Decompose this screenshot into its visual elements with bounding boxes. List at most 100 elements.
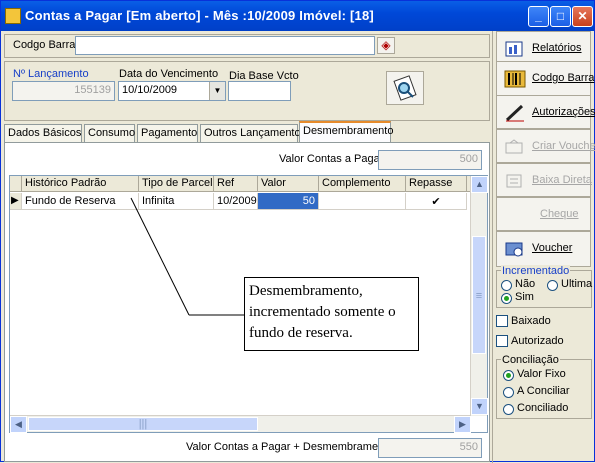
lancamento-label: Nº Lançamento	[13, 68, 89, 80]
barcode-icon	[504, 70, 526, 88]
lancamento-field: 155139	[12, 81, 115, 101]
scroll-left-icon[interactable]: ◀	[10, 416, 27, 433]
col-ref[interactable]: Ref	[214, 176, 258, 192]
scroll-down-icon[interactable]: ▼	[471, 398, 488, 415]
col-tipo-parcela[interactable]: Tipo de Parcela	[139, 176, 214, 192]
baixado-label: Baixado	[511, 315, 551, 327]
baixa-direta-button[interactable]: Baixa Direta	[496, 163, 592, 197]
radio-ultima[interactable]	[547, 280, 558, 291]
tab-dados-basicos[interactable]: Dados Básicos	[4, 124, 82, 142]
autorizacoes-label: Autorizações	[532, 106, 595, 118]
radio-nao-label: Não	[515, 278, 536, 290]
codigo-barra-button[interactable]: Codgo Barra	[496, 61, 595, 99]
lancamento-group: Nº Lançamento 155139 Data do Vencimento …	[4, 61, 490, 121]
row-indicator-header	[10, 176, 22, 192]
incrementado-group: Incrementado Não Ultima Sim	[496, 265, 593, 308]
baixado-checkbox[interactable]	[496, 315, 508, 327]
incrementado-label: Incrementado	[501, 265, 571, 277]
radio-conciliado[interactable]	[503, 404, 514, 415]
radio-sim-label: Sim	[515, 291, 534, 303]
valor-contas-label: Valor Contas a Pagar	[279, 153, 384, 165]
window-title: Contas a Pagar [Em aberto] - Mês :10/200…	[25, 8, 374, 23]
search-button[interactable]	[386, 71, 424, 105]
direct-payment-icon	[506, 174, 522, 188]
vertical-scroll-thumb[interactable]: ≡	[472, 236, 486, 354]
voucher-button[interactable]: Voucher	[496, 231, 591, 267]
chevron-down-icon[interactable]: ▼	[209, 82, 225, 100]
codigo-barra-label: Codgo Barra	[13, 39, 76, 51]
vencimento-label: Data do Vencimento	[119, 68, 219, 80]
scroll-up-icon[interactable]: ▲	[471, 176, 488, 193]
app-icon	[5, 8, 21, 24]
dia-base-input[interactable]	[228, 81, 291, 101]
total-label: Valor Contas a Pagar + Desmembramento	[186, 441, 394, 453]
autorizado-label: Autorizado	[511, 335, 564, 347]
pen-sign-icon	[505, 104, 524, 122]
cheque-button[interactable]: Cheque	[496, 197, 591, 231]
annotation-callout: Desmembramento, incrementado somente o f…	[244, 277, 419, 351]
voucher-icon	[505, 242, 523, 257]
horizontal-scroll-thumb[interactable]: |||	[28, 417, 258, 431]
main-window: Contas a Pagar [Em aberto] - Mês :10/200…	[0, 0, 595, 463]
autorizacoes-button[interactable]: Autorizações	[496, 95, 595, 129]
vencimento-input[interactable]: 10/10/2009 ▼	[118, 81, 226, 101]
cell-valor[interactable]: 50	[258, 193, 319, 210]
close-icon: ✕	[577, 9, 588, 23]
conciliacao-group: Conciliação Valor Fixo A Conciliar Conci…	[496, 354, 592, 419]
close-button[interactable]: ✕	[572, 6, 593, 27]
radio-nao[interactable]	[501, 280, 512, 291]
criar-voucher-button[interactable]: Criar Voucher	[496, 129, 595, 163]
radio-conciliado-label: Conciliado	[517, 402, 569, 414]
eraser-button[interactable]: ◈	[377, 37, 395, 54]
radio-sim[interactable]	[501, 293, 512, 304]
col-complemento[interactable]: Complemento	[319, 176, 406, 192]
report-icon	[505, 41, 523, 57]
cell-historico[interactable]: Fundo de Reserva	[22, 193, 139, 210]
minimize-button[interactable]: _	[528, 6, 549, 27]
minimize-icon: _	[535, 9, 542, 23]
valor-contas-field: 500	[378, 150, 482, 170]
relatorios-button[interactable]: Relatórios	[496, 31, 591, 65]
magnifier-icon	[393, 75, 417, 101]
cell-ref[interactable]: 10/2009	[214, 193, 258, 210]
radio-a-conciliar[interactable]	[503, 387, 514, 398]
baixa-direta-label: Baixa Direta	[532, 174, 592, 186]
codigo-barra-input[interactable]	[75, 36, 375, 55]
codigo-barra-group: Codgo Barra ◈	[4, 34, 490, 58]
col-valor[interactable]: Valor	[258, 176, 319, 192]
grid-horizontal-scrollbar[interactable]: ◀ ||| ▶	[10, 415, 471, 433]
total-field: 550	[378, 438, 482, 458]
codigo-barra-button-label: Codgo Barra	[532, 72, 595, 84]
tab-desmembramento[interactable]: Desmembramento	[299, 121, 393, 143]
form-area: Codgo Barra ◈ Nº Lançamento 155139 Data …	[1, 31, 491, 463]
maximize-button[interactable]: □	[550, 6, 571, 27]
cell-complemento[interactable]	[319, 193, 406, 210]
radio-valor-fixo-label: Valor Fixo	[517, 368, 566, 380]
vencimento-value: 10/10/2009	[122, 84, 178, 96]
radio-a-conciliar-label: A Conciliar	[517, 385, 570, 397]
tab-consumo[interactable]: Consumo	[84, 124, 135, 142]
title-bar[interactable]: Contas a Pagar [Em aberto] - Mês :10/200…	[1, 1, 594, 31]
tab-outros-lancamentos[interactable]: Outros Lançamentos	[200, 124, 306, 142]
conciliacao-label: Conciliação	[501, 354, 560, 366]
cell-tipo[interactable]: Infinita	[139, 193, 214, 210]
radio-valor-fixo[interactable]	[503, 370, 514, 381]
criar-voucher-label: Criar Voucher	[532, 140, 595, 152]
col-historico[interactable]: Histórico Padrão	[22, 176, 139, 192]
autorizado-checkbox[interactable]	[496, 335, 508, 347]
scroll-right-icon[interactable]: ▶	[454, 416, 471, 433]
grid-header: Histórico Padrão Tipo de Parcela Ref Val…	[10, 176, 487, 192]
radio-ultima-label: Ultima	[561, 278, 593, 290]
relatorios-label: Relatórios	[532, 42, 582, 54]
eraser-icon: ◈	[381, 38, 391, 52]
cheque-label: Cheque	[540, 208, 579, 220]
cell-repasse[interactable]: ✔	[406, 193, 467, 210]
maximize-icon: □	[556, 9, 565, 23]
action-sidebar: Relatórios Codgo Barra Autorizações Cria…	[492, 31, 595, 463]
grid-vertical-scrollbar[interactable]: ▲ ≡ ▼	[470, 176, 488, 416]
voucher-label: Voucher	[532, 242, 573, 254]
create-voucher-icon	[505, 139, 523, 154]
col-repasse[interactable]: Repasse	[406, 176, 467, 192]
table-row[interactable]: ▶ Fundo de Reserva Infinita 10/2009 50 ✔	[10, 193, 471, 210]
tab-pagamento[interactable]: Pagamento	[137, 124, 198, 142]
